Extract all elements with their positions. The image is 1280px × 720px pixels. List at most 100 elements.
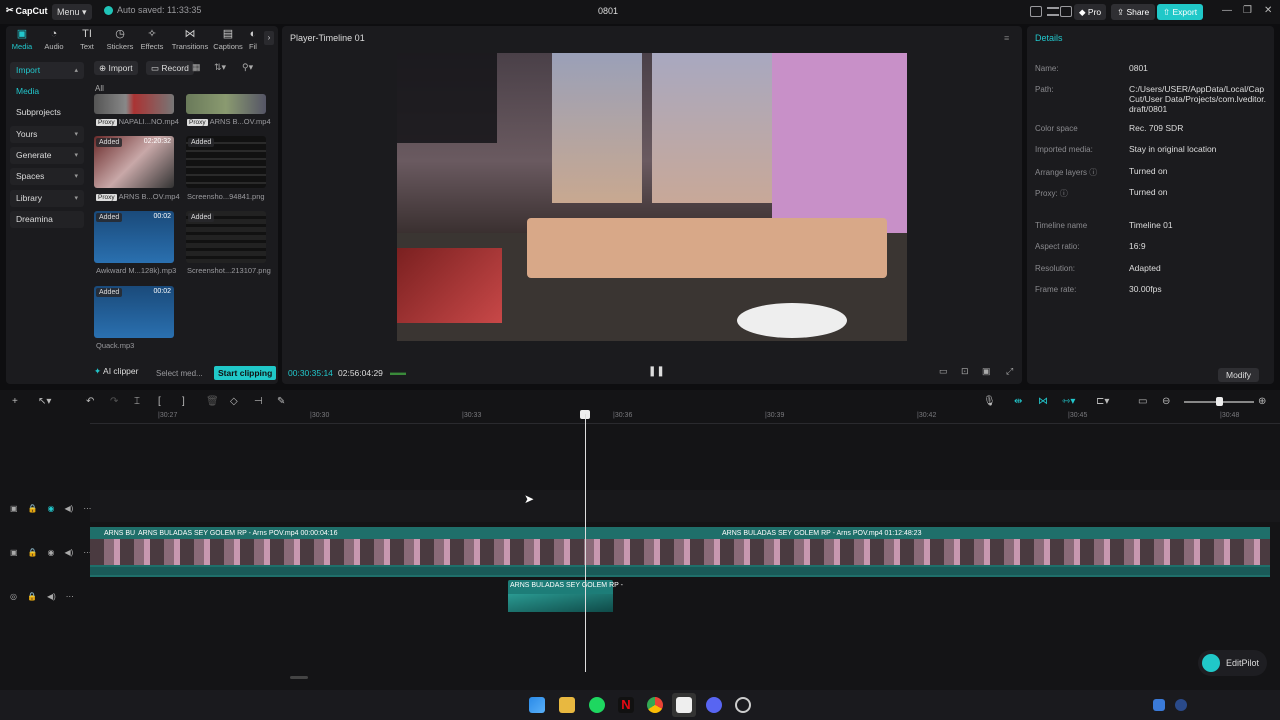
zoom-in-icon[interactable]: ⊕ [1258, 396, 1266, 407]
media-thumb[interactable]: Added [186, 211, 266, 263]
pro-button[interactable]: ◆ Pro [1074, 4, 1107, 20]
split-left-icon[interactable]: [ [158, 396, 161, 407]
timeline-scrollbar[interactable] [290, 676, 308, 679]
microphone-icon[interactable]: 🎙 [983, 396, 996, 407]
tab-captions[interactable]: ▤ Captions [211, 28, 245, 51]
tab-media[interactable]: ▣ Media [6, 28, 38, 51]
fullscreen-icon[interactable]: ⤢ [1006, 366, 1013, 377]
sidebar-item-subprojects[interactable]: Subprojects [10, 104, 84, 121]
menu-list-icon[interactable] [1047, 7, 1059, 16]
eye-icon[interactable]: ◉ [48, 504, 55, 513]
speaker-icon[interactable]: ◀) [47, 592, 56, 601]
timeline-ruler[interactable] [90, 412, 1280, 424]
sidebar-item-media[interactable]: Media [10, 83, 84, 100]
zoom-out-icon[interactable]: ⊖ [1162, 396, 1170, 407]
media-thumb[interactable]: Added 00:02 [94, 211, 174, 263]
caption-icon[interactable]: ▭ [1138, 396, 1147, 407]
eye-icon[interactable]: ◉ [48, 548, 55, 557]
discord-icon[interactable] [706, 697, 722, 713]
redo-icon[interactable]: ↷ [110, 396, 118, 407]
capcut-taskbar-icon[interactable] [676, 697, 692, 713]
lock-icon[interactable]: 🔒 [28, 504, 38, 513]
audio-clip[interactable]: ARNS BULADAS SEY GOLEM RP - [508, 580, 623, 612]
media-thumb[interactable]: Added 00:02 [94, 286, 174, 338]
minimize-icon[interactable]: — [1222, 5, 1232, 16]
close-icon[interactable]: ✕ [1264, 5, 1272, 16]
restore-icon[interactable]: ❐ [1243, 5, 1252, 16]
share-button[interactable]: ⇪ Share [1111, 4, 1156, 20]
player-menu-icon[interactable]: ≡ [1004, 33, 1009, 43]
sidebar-item-yours[interactable]: Yours ▾ [10, 126, 84, 143]
split-icon[interactable]: ⌶ [134, 396, 140, 407]
lock-icon[interactable]: 🔒 [28, 548, 38, 557]
media-thumb[interactable]: Added [186, 136, 266, 188]
magnet-icon[interactable]: ⋈ [1038, 396, 1048, 407]
steam-icon[interactable] [735, 697, 751, 713]
media-thumb[interactable] [186, 94, 266, 114]
ratio-icon[interactable]: ▣ [982, 366, 991, 377]
select-tool-icon[interactable]: ↖▾ [38, 396, 51, 407]
playhead[interactable] [585, 414, 586, 672]
tab-audio[interactable]: ◔ Audio [38, 28, 70, 51]
shield-icon[interactable]: ◇ [230, 396, 238, 407]
record-button[interactable]: ▭ Record [146, 61, 194, 75]
export-button[interactable]: ⇧ Export [1157, 4, 1204, 20]
video-preview[interactable] [397, 53, 907, 341]
sidebar-item-spaces[interactable]: Spaces ▾ [10, 168, 84, 185]
sidebar-item-generate[interactable]: Generate ▾ [10, 147, 84, 164]
shortcut-icon[interactable] [1060, 6, 1072, 17]
menu-button[interactable]: Menu ▾ [52, 4, 92, 20]
snap-icon[interactable]: ⇿▾ [1062, 396, 1075, 407]
current-time: 00:30:35:14 [288, 368, 333, 378]
media-thumb[interactable] [94, 94, 174, 114]
preview-axis-icon[interactable]: ⊏▾ [1096, 396, 1109, 407]
editpilot-button[interactable]: EditPilot [1198, 650, 1268, 676]
effects-icon: ✧ [147, 28, 157, 40]
clip-label: ARNS BULADAS SEY GOLEM RP - Arns POV.mp4… [138, 530, 338, 537]
more-icon[interactable]: ⋯ [66, 592, 74, 601]
sidebar-item-library[interactable]: Library ▾ [10, 190, 84, 207]
media-thumb[interactable]: Added 02:20:32 [94, 136, 174, 188]
lock-icon[interactable]: 🔒 [27, 592, 37, 601]
ruler-label: |30:36 [613, 412, 633, 419]
speaker-icon[interactable]: ◀) [65, 548, 74, 557]
ai-clipper-button[interactable]: ✦ AI clipper [94, 366, 138, 377]
delete-icon[interactable]: 🗑 [206, 396, 219, 407]
spotify-icon[interactable] [589, 697, 605, 713]
freeze-icon[interactable]: ⊣ [254, 396, 263, 407]
modify-button[interactable]: Modify [1218, 368, 1260, 382]
tray-icon[interactable] [1175, 699, 1187, 711]
split-right-icon[interactable]: ] [182, 396, 185, 407]
tray-icon[interactable] [1153, 699, 1165, 711]
tab-text[interactable]: TI Text [71, 28, 103, 51]
start-clipping-button[interactable]: Start clipping [214, 366, 277, 380]
netflix-icon[interactable]: N [618, 697, 634, 713]
import-button[interactable]: ⊕ Import [94, 61, 138, 75]
zoom-slider-handle[interactable] [1216, 397, 1223, 406]
grid-view-icon[interactable]: ▦ [192, 62, 201, 73]
tab-stickers[interactable]: ◷ Stickers [104, 28, 136, 51]
layout-icon[interactable] [1030, 6, 1042, 17]
filter-all[interactable]: All [95, 84, 104, 93]
tab-filters[interactable]: ◐ Fil [246, 28, 260, 51]
pause-icon[interactable]: ❚❚ [648, 366, 665, 377]
sort-icon[interactable]: ⇅▾ [214, 62, 226, 73]
pen-icon[interactable]: ✎ [277, 396, 285, 407]
frame-icon[interactable]: ▭ [939, 366, 948, 377]
filter-icon[interactable]: ⚲▾ [242, 62, 253, 73]
link-icon[interactable]: ⇹ [1014, 396, 1022, 407]
tab-transitions[interactable]: ⋈ Transitions [171, 28, 209, 51]
windows-start-icon[interactable] [529, 697, 545, 713]
speaker-icon[interactable]: ◀) [65, 504, 74, 513]
file-explorer-icon[interactable] [559, 697, 575, 713]
add-track-icon[interactable]: + [12, 396, 18, 407]
chrome-icon[interactable] [647, 697, 663, 713]
crop-icon[interactable]: ⊡ [961, 366, 969, 377]
more-icon[interactable]: ⋯ [83, 504, 91, 513]
undo-icon[interactable]: ↶ [86, 396, 94, 407]
tab-effects[interactable]: ✧ Effects [136, 28, 168, 51]
tabs-scroll-right[interactable]: › [264, 31, 274, 45]
sidebar-item-import[interactable]: Import ▴ [10, 62, 84, 79]
mouse-cursor: ➤ [524, 492, 535, 506]
sidebar-item-dreamina[interactable]: Dreamina [10, 211, 84, 228]
